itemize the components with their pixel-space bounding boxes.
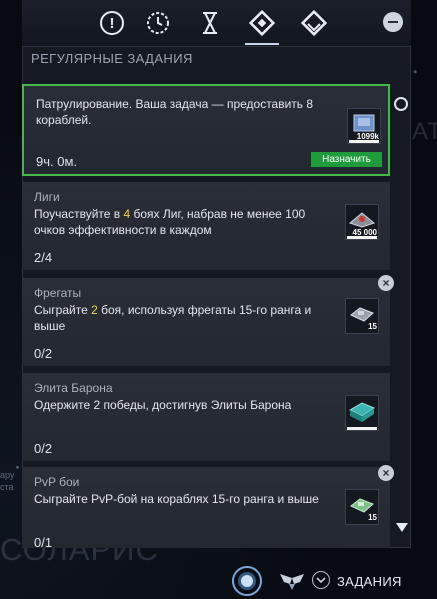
- quest-timer: 9ч. 0м.: [36, 154, 78, 169]
- quest-progress: 0/2: [34, 346, 53, 361]
- quest-name: PvP бои: [34, 475, 80, 489]
- quest-name: Элита Барона: [34, 381, 113, 395]
- collapse-button[interactable]: [383, 12, 403, 32]
- tab-hourglass[interactable]: [193, 6, 227, 40]
- quest-card-baron-elite[interactable]: Элита Барона Одержите 2 победы, достигну…: [22, 373, 390, 461]
- desc-text: Поучаствуйте в: [34, 207, 124, 221]
- quest-card-pvp[interactable]: PvP бои Сыграйте PvP-бой на кораблях 15-…: [22, 467, 390, 550]
- target-icon: [238, 572, 256, 590]
- expand-missions-button[interactable]: [312, 571, 330, 589]
- layers-diamond-icon: [301, 10, 327, 36]
- quest-progress: 0/2: [34, 441, 53, 456]
- hourglass-icon: [203, 12, 217, 34]
- chevron-down-icon: [316, 577, 326, 584]
- dismiss-quest-button[interactable]: ×: [378, 465, 394, 481]
- desc-count: 2: [91, 303, 98, 317]
- quest-description: Сыграйте 2 боя, используя фрегаты 15-го …: [34, 302, 324, 334]
- tab-alerts[interactable]: !: [95, 6, 129, 40]
- reward-league-points: 45 000: [345, 204, 379, 240]
- quest-name: Лиги: [34, 190, 60, 204]
- quest-description: Одержите 2 победы, достигнув Элиты Барон…: [34, 398, 292, 412]
- container-icon: [348, 402, 376, 422]
- reward-underline: [347, 236, 377, 239]
- map-label-patri: АТРИ: [412, 118, 437, 145]
- missions-label[interactable]: ЗАДАНИЯ: [337, 574, 402, 589]
- quest-description: Сыграйте PvP-бой на кораблях 15-го ранга…: [34, 492, 319, 506]
- quest-tab-bar: !: [22, 0, 411, 47]
- quest-description: Патрулирование. Ваша задача — предостави…: [36, 97, 314, 127]
- section-title: РЕГУЛЯРНЫЕ ЗАДАНИЯ: [31, 51, 193, 66]
- tab-timed[interactable]: [141, 6, 175, 40]
- exclamation-icon: !: [100, 11, 124, 35]
- scroll-down-arrow-icon[interactable]: [396, 523, 408, 532]
- quest-progress: 2/4: [34, 250, 53, 265]
- reward-count: 15: [368, 322, 377, 331]
- diamond-grid-icon: [249, 10, 275, 36]
- map-small-label: ару: [0, 470, 15, 480]
- clock-icon: [147, 12, 169, 34]
- reward-count: 15: [368, 513, 377, 522]
- reward-module: 15: [345, 489, 379, 525]
- desc-text: Сыграйте: [34, 303, 92, 317]
- tab-regular[interactable]: [245, 6, 279, 45]
- reward-container: [345, 395, 379, 431]
- reward-credits: 1099k: [347, 108, 381, 144]
- quest-card-patrol[interactable]: Патрулирование. Ваша задача — предостави…: [22, 84, 390, 176]
- reward-underline: [349, 140, 379, 143]
- quest-card-frigates[interactable]: Фрегаты Сыграйте 2 боя, используя фрегат…: [22, 278, 390, 366]
- map-small-label: ста: [0, 482, 14, 492]
- target-button[interactable]: [232, 566, 262, 596]
- wings-emblem-icon[interactable]: [278, 572, 306, 592]
- assign-button[interactable]: Назначить: [311, 152, 382, 167]
- tab-stacked[interactable]: [297, 6, 331, 40]
- reward-underline: [347, 427, 377, 430]
- scroll-position-indicator[interactable]: [394, 97, 408, 111]
- dismiss-quest-button[interactable]: ×: [378, 275, 394, 291]
- quest-name: Фрегаты: [34, 286, 82, 300]
- reward-module: 15: [345, 298, 379, 334]
- quest-description: Поучаствуйте в 4 боях Лиг, набрав не мен…: [34, 206, 324, 238]
- quest-progress: 0/1: [34, 535, 53, 550]
- quest-card-leagues[interactable]: Лиги Поучаствуйте в 4 боях Лиг, набрав н…: [22, 182, 390, 270]
- minus-icon: [388, 21, 398, 23]
